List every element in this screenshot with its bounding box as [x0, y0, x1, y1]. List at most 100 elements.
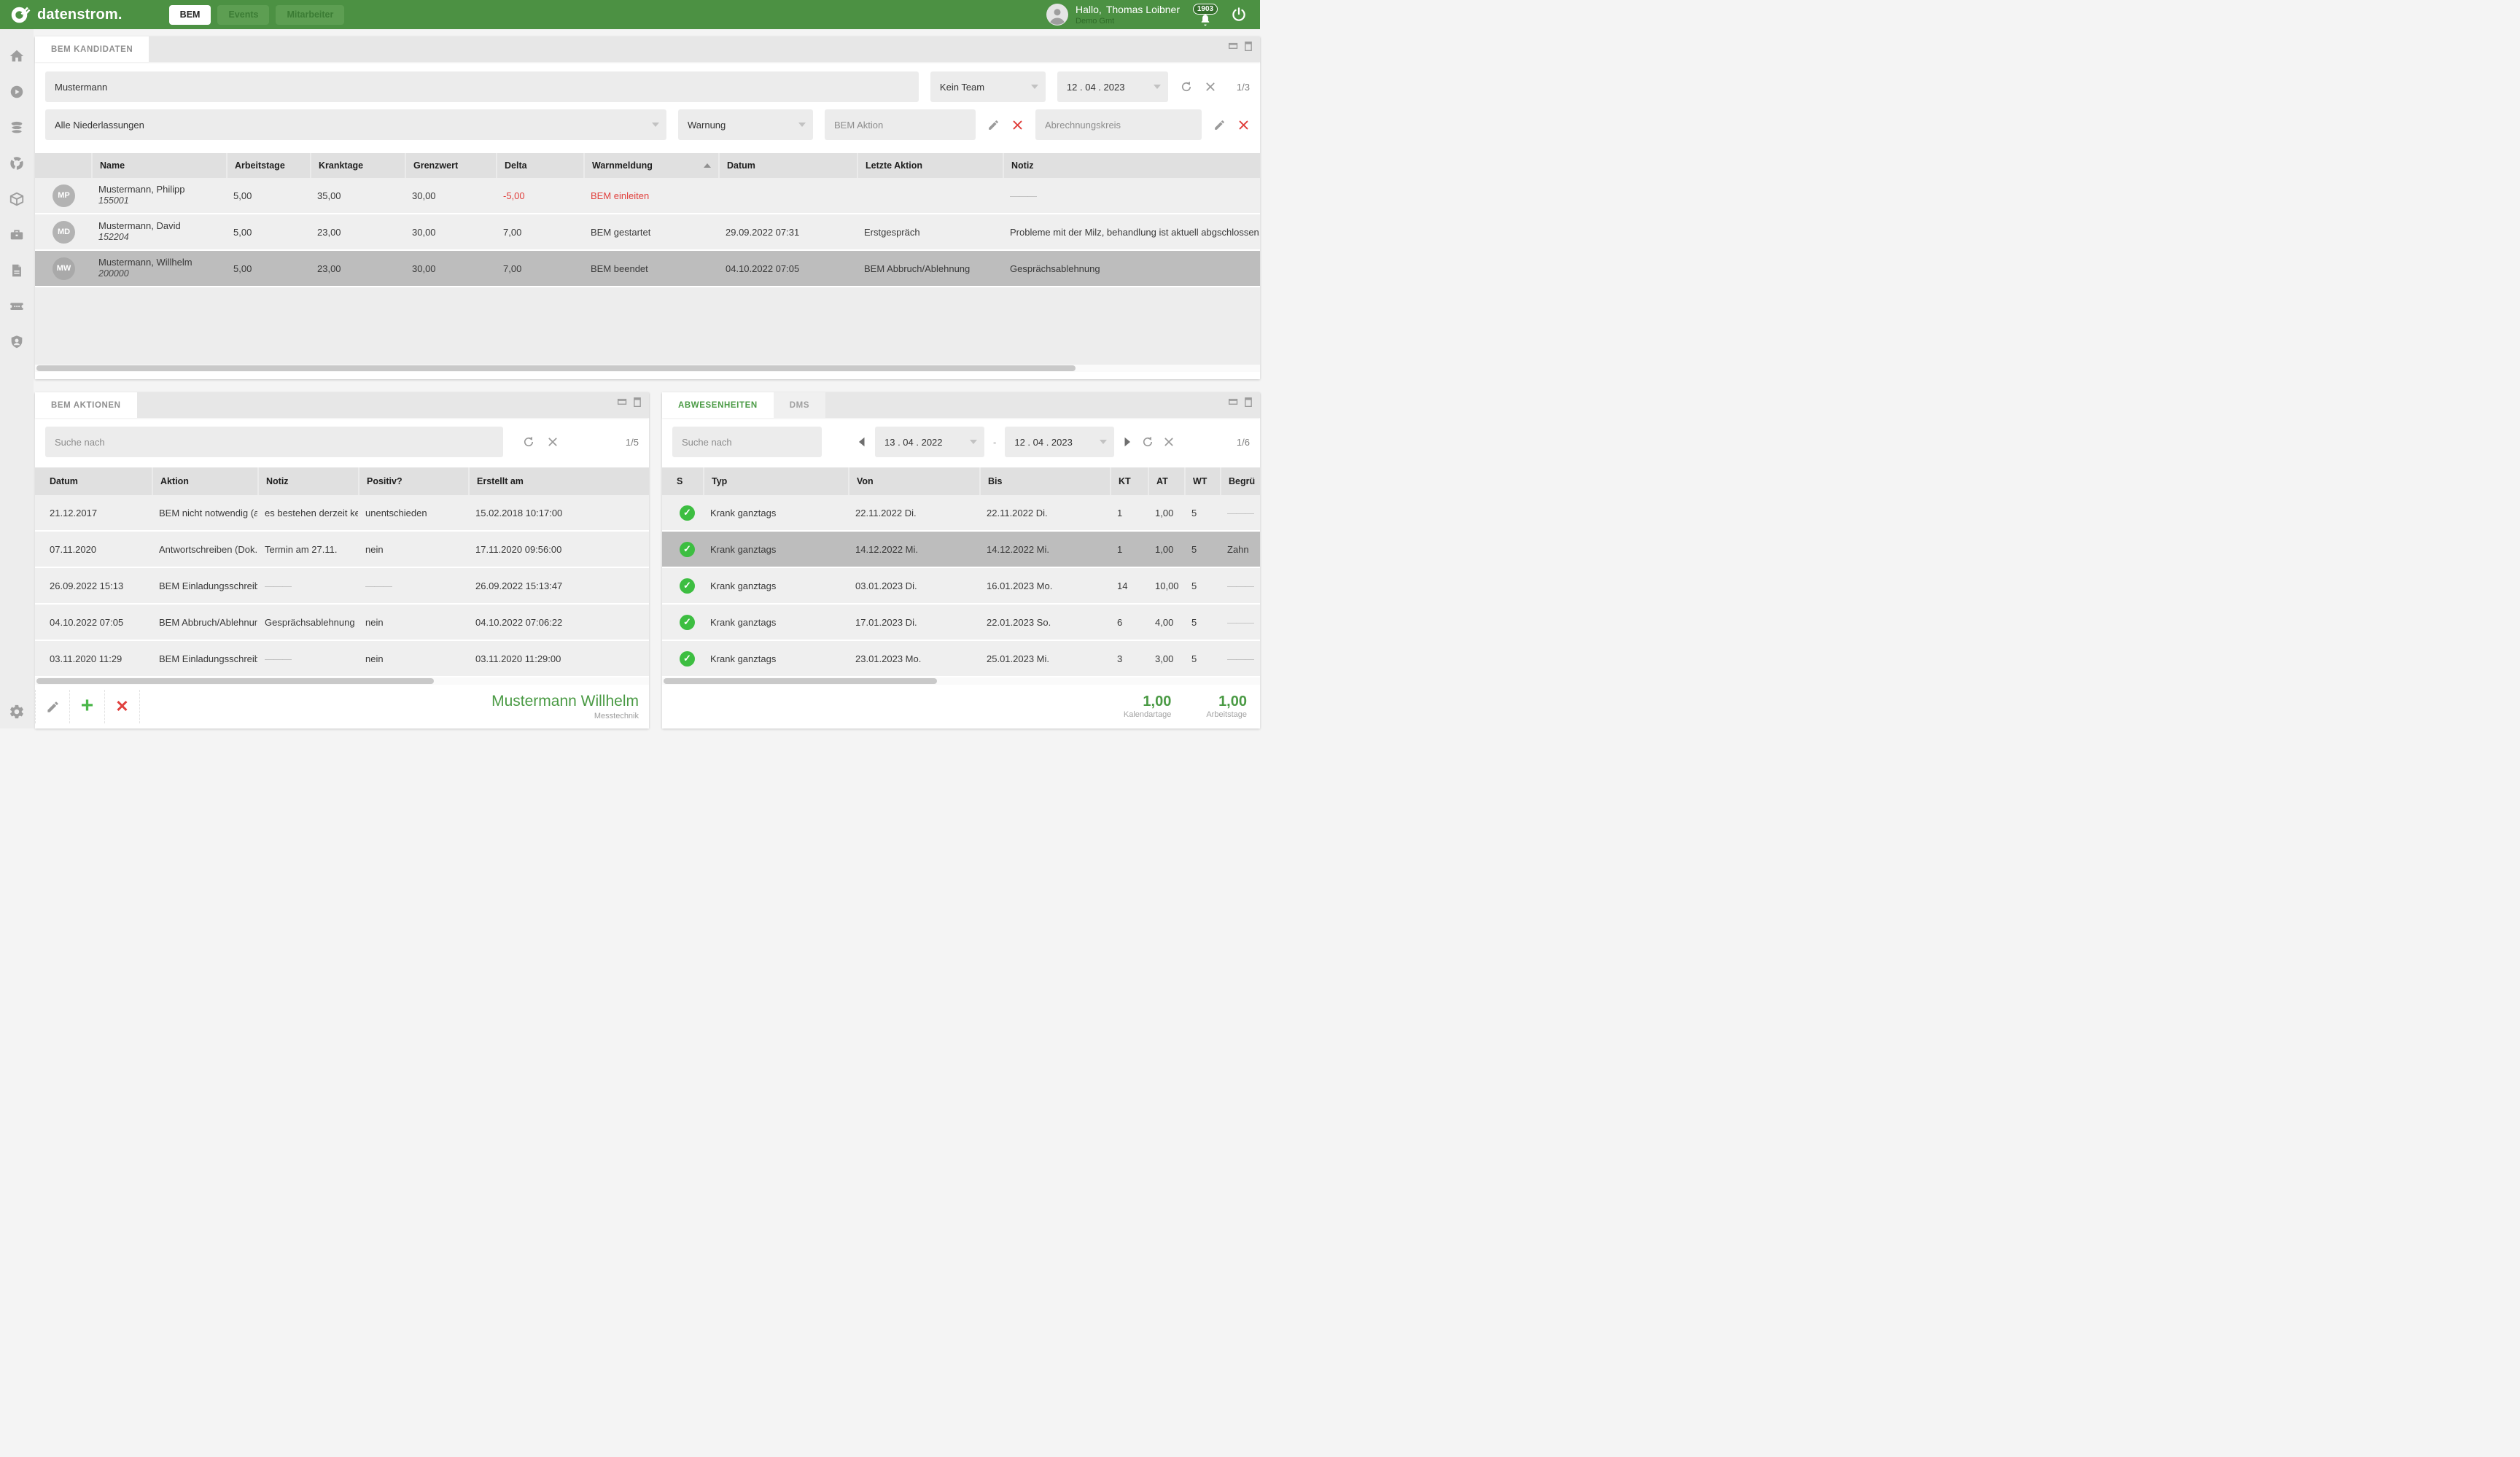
abwesenheiten-search-input[interactable]: Suche nach — [672, 427, 822, 457]
bem-aktionen-panel: BEM AKTIONEN Suche nach — [35, 392, 649, 728]
abwesenheit-row[interactable]: ✓ Krank ganztags03.01.2023 Di. 16.01.202… — [662, 568, 1260, 605]
col-aktion: Aktion — [152, 467, 257, 495]
edit-aktion-button[interactable] — [35, 690, 70, 723]
scrollbar-thumb[interactable] — [36, 365, 1076, 371]
approved-check-icon: ✓ — [680, 578, 695, 594]
col-von: Von — [848, 467, 979, 495]
scrollbar-thumb[interactable] — [36, 678, 434, 684]
minimize-icon[interactable] — [1228, 41, 1239, 52]
user-org: Demo Gmt — [1076, 17, 1180, 26]
tab-dms[interactable]: DMS — [774, 392, 825, 418]
abwesenheiten-table-header: S Typ Von Bis KT AT WT Begrü — [662, 467, 1260, 495]
maximize-icon[interactable] — [633, 397, 642, 408]
refresh-icon[interactable] — [1180, 80, 1193, 93]
col-begruendung: Begrü — [1220, 467, 1260, 495]
col-notiz: Notiz — [257, 467, 358, 495]
top-nav: BEM Events Mitarbeiter — [169, 5, 345, 25]
tab-abwesenheiten[interactable]: ABWESENHEITEN — [662, 392, 774, 418]
nav-tab-events[interactable]: Events — [217, 5, 269, 25]
logout-power-button[interactable] — [1231, 7, 1247, 23]
niederlassungen-filter-select[interactable]: Alle Niederlassungen — [45, 109, 666, 140]
team-filter-select[interactable]: Kein Team — [930, 71, 1046, 102]
col-positiv: Positiv? — [358, 467, 468, 495]
delete-aktion-button[interactable]: ✕ — [105, 690, 140, 723]
aktion-row[interactable]: 21.12.2017BEM nicht notwendig (alt) es b… — [35, 495, 649, 532]
refresh-icon[interactable] — [522, 435, 535, 448]
aktion-row[interactable]: 26.09.2022 15:13BEM Einladungsschreiben … — [35, 568, 649, 605]
briefcase-icon[interactable] — [9, 227, 25, 243]
refresh-icon[interactable] — [1141, 435, 1154, 448]
brand-name: datenstrom. — [37, 7, 122, 23]
aktion-row[interactable]: 04.10.2022 07:05BEM Abbruch/Ablehnung Ge… — [35, 605, 649, 641]
scrollbar-thumb[interactable] — [664, 678, 937, 684]
horizontal-scrollbar — [662, 677, 1260, 685]
nav-tab-bem[interactable]: BEM — [169, 5, 211, 25]
aktion-row[interactable]: 07.11.2020Antwortschreiben (Dok. 1a Term… — [35, 532, 649, 568]
chevron-down-icon — [970, 440, 977, 444]
abwesenheiten-panel: ABWESENHEITEN DMS Suche nach — [662, 392, 1260, 728]
play-circle-icon[interactable] — [9, 84, 25, 100]
abwesenheit-row[interactable]: ✓ Krank ganztags22.11.2022 Di. 22.11.202… — [662, 495, 1260, 532]
chart-donut-icon[interactable] — [9, 155, 25, 171]
clear-search-icon[interactable] — [1163, 436, 1175, 448]
chevron-down-icon — [1031, 85, 1038, 89]
selected-person-department: Messtechnik — [491, 712, 639, 721]
selected-person-name: Mustermann Willhelm — [491, 692, 639, 710]
date-filter-select[interactable]: 12 . 04 . 2023 — [1057, 71, 1168, 102]
edit-bem-aktion-icon[interactable] — [987, 119, 1000, 131]
bem-aktion-filter-field[interactable]: BEM Aktion — [825, 109, 976, 140]
col-kranktage: Kranktage — [310, 153, 405, 178]
sort-asc-icon[interactable] — [704, 163, 711, 168]
abrechnungskreis-filter-field[interactable]: Abrechnungskreis — [1035, 109, 1202, 140]
maximize-icon[interactable] — [1244, 41, 1253, 52]
chevron-down-icon — [798, 123, 806, 127]
package-icon[interactable] — [9, 191, 25, 207]
kandidaten-search-input[interactable]: Mustermann — [45, 71, 919, 102]
next-period-arrow-icon[interactable] — [1123, 436, 1132, 448]
database-icon[interactable] — [9, 120, 25, 136]
abwesenheit-row[interactable]: ✓ Krank ganztags17.01.2023 Di. 22.01.202… — [662, 605, 1260, 641]
date-to-select[interactable]: 12 . 04 . 2023 — [1005, 427, 1114, 457]
kandidat-row[interactable]: MD Mustermann, David152204 5,00 23,00 30… — [35, 214, 1260, 251]
shield-user-icon[interactable] — [9, 334, 25, 350]
abwesenheit-row[interactable]: ✓ Krank ganztags23.01.2023 Mo. 25.01.202… — [662, 641, 1260, 677]
aktionen-search-input[interactable]: Suche nach — [45, 427, 503, 457]
kandidat-row[interactable]: MP Mustermann, Philipp155001 5,00 35,00 … — [35, 178, 1260, 214]
add-aktion-button[interactable]: + — [70, 690, 105, 723]
tab-bem-kandidaten[interactable]: BEM KANDIDATEN — [35, 36, 149, 62]
warnung-filter-select[interactable]: Warnung — [678, 109, 813, 140]
remove-abrechnungskreis-icon[interactable] — [1237, 119, 1250, 131]
avatar[interactable] — [1046, 4, 1068, 26]
col-bis: Bis — [979, 467, 1110, 495]
user-block[interactable]: Hallo,Thomas Loibner Demo Gmt — [1046, 4, 1180, 26]
horizontal-scrollbar — [35, 677, 649, 685]
col-at: AT — [1148, 467, 1184, 495]
ticket-icon[interactable] — [9, 298, 25, 314]
approved-check-icon: ✓ — [680, 651, 695, 667]
x-icon: ✕ — [115, 699, 128, 715]
edit-abrechnungskreis-icon[interactable] — [1213, 119, 1226, 131]
aktionen-pagination: 1/5 — [626, 437, 639, 448]
remove-bem-aktion-icon[interactable] — [1011, 119, 1024, 131]
aktionen-table-header: Datum Aktion Notiz Positiv? Erstellt am — [35, 467, 649, 495]
date-range-separator: - — [993, 437, 996, 448]
notifications-button[interactable]: 1903 — [1193, 4, 1218, 26]
prev-period-arrow-icon[interactable] — [857, 436, 866, 448]
kandidat-row-selected[interactable]: MW Mustermann, Willhelm200000 5,00 23,00… — [35, 251, 1260, 287]
col-erstellt-am: Erstellt am — [468, 467, 649, 495]
tab-bem-aktionen[interactable]: BEM AKTIONEN — [35, 392, 137, 418]
date-from-select[interactable]: 13 . 04 . 2022 — [875, 427, 984, 457]
clear-search-icon[interactable] — [547, 436, 559, 448]
document-icon[interactable] — [9, 263, 25, 279]
abwesenheiten-summary: 1,00 Kalendartage 1,00 Arbeitstage — [662, 685, 1260, 728]
settings-gear-icon[interactable] — [9, 704, 25, 720]
clear-search-icon[interactable] — [1205, 81, 1216, 93]
aktion-row[interactable]: 03.11.2020 11:29BEM Einladungsschreiben … — [35, 641, 649, 677]
abwesenheit-row-selected[interactable]: ✓ Krank ganztags14.12.2022 Mi. 14.12.202… — [662, 532, 1260, 568]
nav-tab-mitarbeiter[interactable]: Mitarbeiter — [276, 5, 344, 25]
minimize-icon[interactable] — [1228, 397, 1239, 408]
minimize-icon[interactable] — [617, 397, 628, 408]
home-icon[interactable] — [9, 48, 25, 64]
approved-check-icon: ✓ — [680, 505, 695, 521]
maximize-icon[interactable] — [1244, 397, 1253, 408]
